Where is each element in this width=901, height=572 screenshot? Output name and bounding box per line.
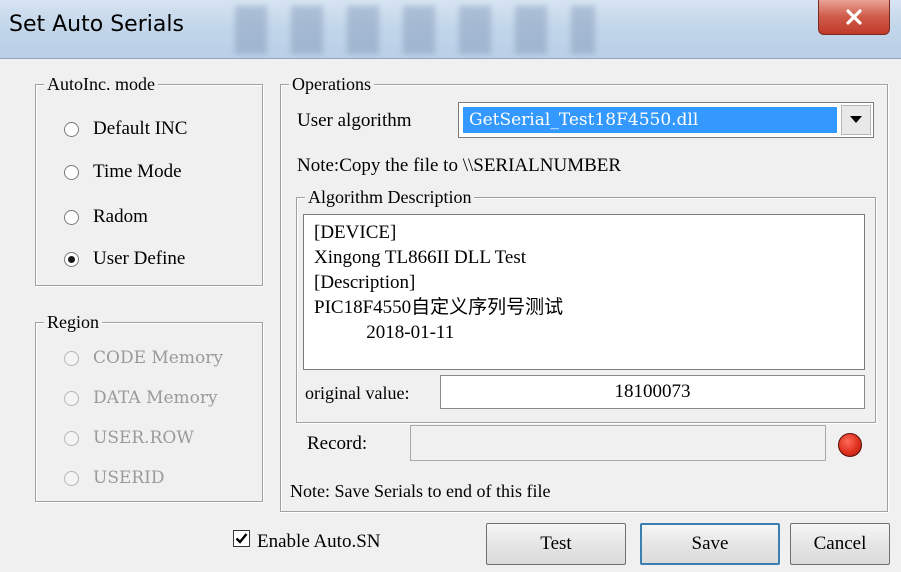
algorithm-description-legend: Algorithm Description (305, 186, 475, 208)
test-button[interactable]: Test (486, 523, 626, 565)
radio-icon (64, 430, 79, 446)
chevron-down-icon (850, 116, 862, 123)
radio-label: USER.ROW (93, 428, 194, 448)
radio-label: User Define (93, 248, 186, 269)
description-line: [Description] (314, 272, 416, 293)
original-value-field[interactable]: 18100073 (440, 375, 865, 409)
radio-icon (64, 470, 79, 486)
description-line: PIC18F4550自定义序列号测试 (314, 297, 564, 318)
algorithm-description-text: [DEVICE] Xingong TL866II DLL Test [Descr… (303, 214, 865, 370)
close-button[interactable] (818, 0, 890, 35)
radio-label: Time Mode (93, 161, 182, 182)
radio-label: USERID (93, 468, 165, 488)
title-bar: Set Auto Serials (0, 0, 901, 59)
title-bar-background (235, 6, 595, 54)
radio-user-row: USER.ROW (64, 428, 194, 448)
description-line: Xingong TL866II DLL Test (314, 247, 527, 268)
region-legend: Region (44, 311, 102, 333)
radio-label: CODE Memory (93, 348, 223, 368)
checkmark-icon (235, 533, 248, 544)
radio-default-inc[interactable]: Default INC (64, 118, 187, 140)
description-line: [DEVICE] (314, 222, 397, 243)
user-algorithm-value: GetSerial_Test18F4550.dll (463, 107, 837, 133)
enable-auto-sn-checkbox[interactable] (233, 530, 250, 547)
radio-userid: USERID (64, 468, 165, 488)
user-algorithm-label: User algorithm (297, 110, 412, 131)
save-button[interactable]: Save (640, 523, 780, 565)
user-algorithm-select[interactable]: GetSerial_Test18F4550.dll (458, 102, 874, 138)
radio-radom[interactable]: Radom (64, 206, 148, 228)
radio-time-mode[interactable]: Time Mode (64, 161, 182, 183)
note-save-text: Note: Save Serials to end of this file (290, 481, 551, 501)
radio-data-memory: DATA Memory (64, 388, 218, 408)
original-value-label: original value: (305, 383, 410, 403)
radio-label: DATA Memory (93, 388, 218, 408)
enable-auto-sn-label[interactable]: Enable Auto.SN (257, 531, 381, 553)
record-field[interactable] (410, 425, 826, 461)
radio-icon (64, 350, 79, 366)
radio-code-memory: CODE Memory (64, 348, 223, 368)
description-line: 2018-01-11 (314, 322, 455, 343)
radio-user-define[interactable]: User Define (64, 248, 185, 270)
record-label: Record: (307, 433, 368, 454)
radio-label: Radom (93, 206, 148, 227)
radio-checked-icon (64, 251, 79, 267)
record-button[interactable] (838, 433, 862, 457)
radio-icon (64, 390, 79, 406)
radio-icon (64, 209, 79, 225)
dropdown-button[interactable] (841, 105, 871, 135)
window-title: Set Auto Serials (9, 12, 184, 37)
radio-label: Default INC (93, 118, 188, 139)
close-icon (846, 9, 862, 25)
cancel-button[interactable]: Cancel (790, 523, 890, 565)
operations-legend: Operations (289, 73, 374, 95)
radio-icon (64, 121, 79, 137)
radio-icon (64, 164, 79, 180)
note-copy-text: Note:Copy the file to \\SERIALNUMBER (297, 155, 622, 176)
autoinc-mode-legend: AutoInc. mode (44, 73, 158, 95)
